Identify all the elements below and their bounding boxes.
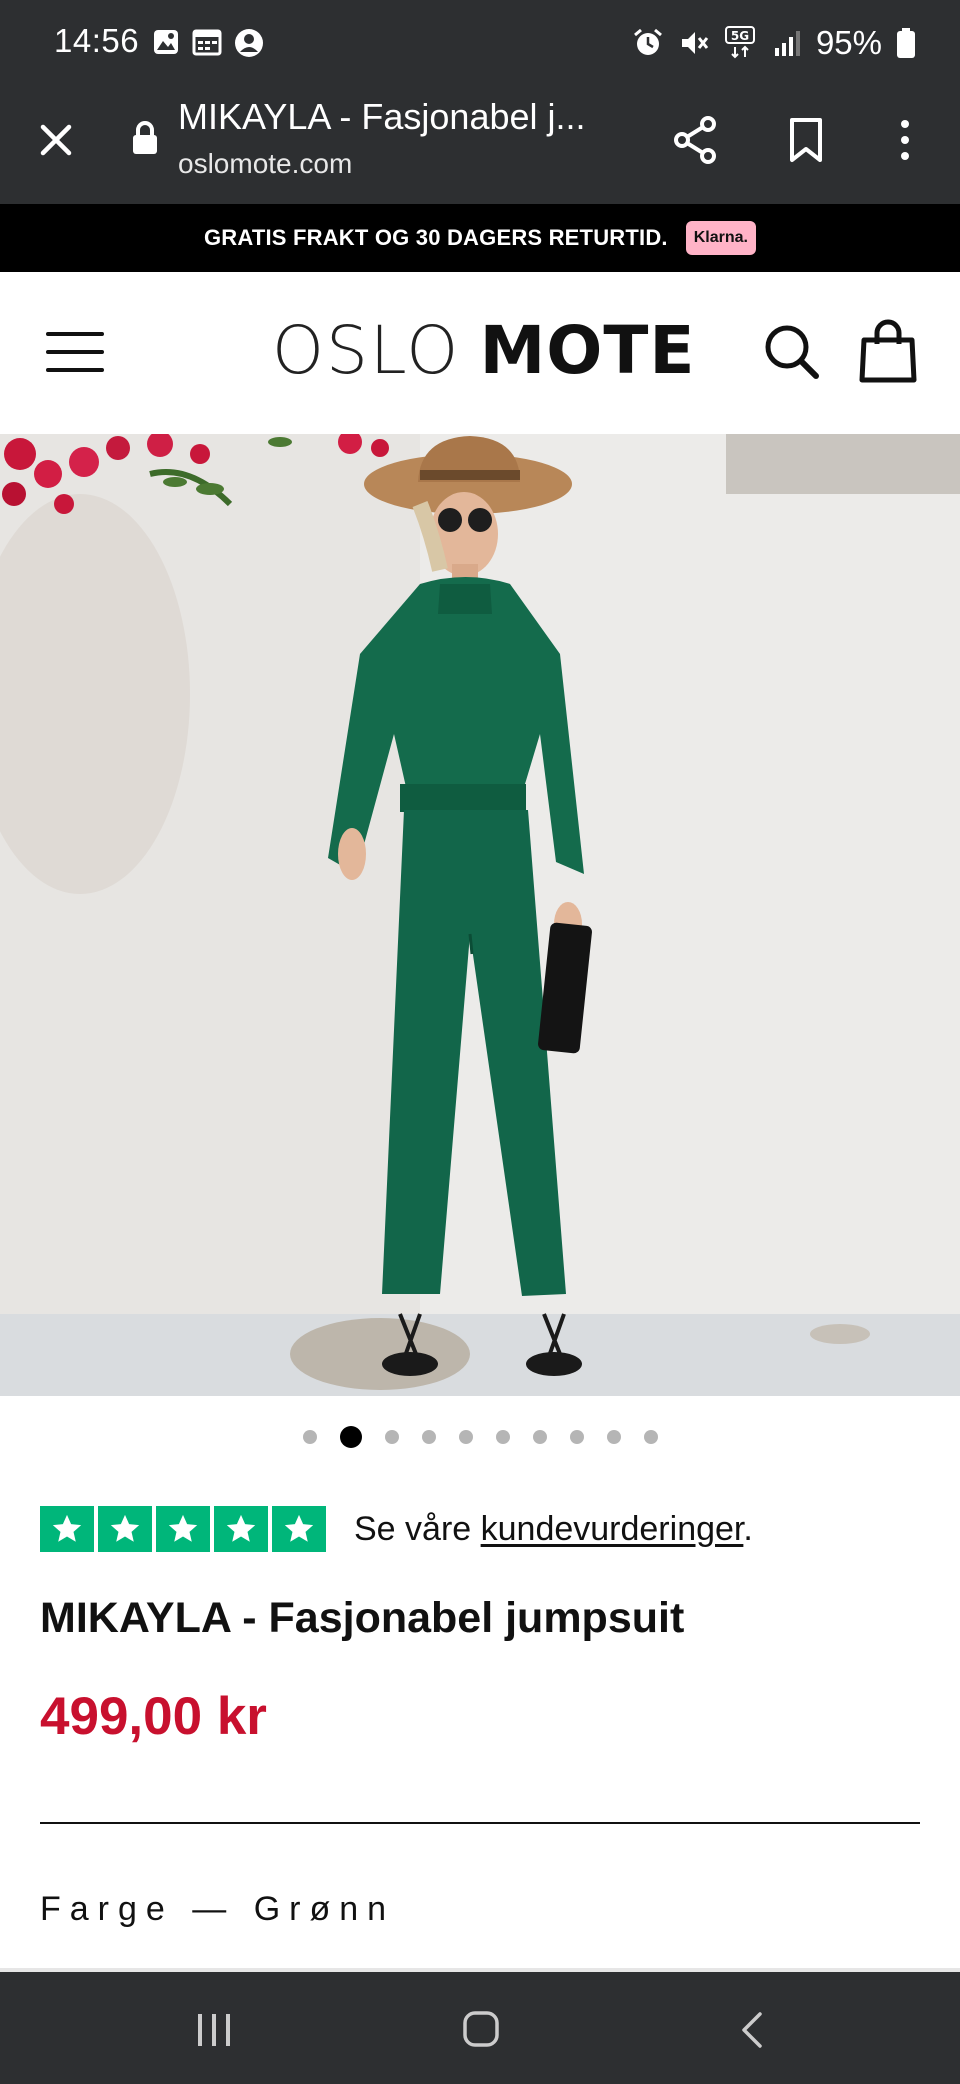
menu-icon[interactable]	[46, 332, 104, 376]
mute-icon	[681, 32, 709, 54]
image-icon	[154, 30, 178, 54]
color-value: Grønn	[253, 1890, 396, 1928]
close-icon[interactable]	[34, 118, 78, 162]
status-bar: 14:56 5G 95%	[0, 0, 960, 88]
recent-apps-icon[interactable]	[194, 2012, 234, 2048]
promo-text: GRATIS FRAKT OG 30 DAGERS RETURTID.	[204, 225, 668, 250]
battery-icon	[897, 28, 915, 58]
browser-toolbar: MIKAYLA - Fasjonabel j... oslomote.com	[0, 88, 960, 204]
color-label: Farge	[40, 1890, 174, 1928]
star-icon	[98, 1506, 152, 1552]
alarm-icon	[633, 28, 662, 55]
star-icon	[272, 1506, 326, 1552]
promo-banner: GRATIS FRAKT OG 30 DAGERS RETURTID. Klar…	[0, 204, 960, 272]
product-price: 499,00 kr	[40, 1687, 267, 1746]
logo-bold-text: MOTE	[479, 312, 696, 389]
search-icon[interactable]	[760, 320, 824, 384]
star-icon	[214, 1506, 268, 1552]
carousel-dot[interactable]	[384, 1430, 399, 1444]
reviews-link[interactable]: kundevurderinger	[481, 1510, 744, 1548]
system-navigation-bar	[0, 1968, 960, 2084]
carousel-dot[interactable]	[302, 1430, 317, 1444]
site-header: OSLO MOTE	[0, 272, 960, 434]
divider	[40, 1822, 920, 1824]
carousel-dot[interactable]	[643, 1430, 658, 1444]
site-logo[interactable]: OSLO MOTE	[272, 312, 695, 389]
reviews-text: Se våre kundevurderinger.	[354, 1510, 753, 1549]
svg-text:5G: 5G	[731, 29, 749, 43]
status-right-icons: 5G 95%	[632, 24, 916, 62]
lock-icon[interactable]	[131, 120, 159, 156]
carousel-dot[interactable]	[532, 1430, 547, 1444]
calendar-icon	[192, 29, 222, 56]
battery-percent: 95%	[815, 24, 882, 61]
trustpilot-stars	[40, 1506, 326, 1552]
browser-page-title[interactable]: MIKAYLA - Fasjonabel j...	[178, 96, 618, 138]
reviews-suffix: .	[743, 1509, 753, 1548]
klarna-badge: Klarna.	[685, 221, 756, 255]
more-icon[interactable]	[890, 112, 920, 168]
carousel-dot[interactable]	[495, 1430, 510, 1444]
back-icon[interactable]	[738, 2010, 764, 2050]
carousel-dot[interactable]	[606, 1430, 621, 1444]
color-separator: —	[192, 1890, 236, 1928]
star-icon	[40, 1506, 94, 1552]
reviews-prefix: Se våre	[354, 1509, 481, 1548]
signal-icon	[774, 31, 800, 56]
product-title: MIKAYLA - Fasjonabel jumpsuit	[40, 1594, 685, 1642]
bookmark-icon[interactable]	[786, 112, 826, 168]
product-photo-illustration	[0, 434, 960, 1396]
status-time: 14:56	[54, 22, 140, 59]
carousel-indicator	[0, 1426, 960, 1448]
share-icon[interactable]	[668, 112, 724, 168]
account-icon	[235, 29, 263, 57]
carousel-dot[interactable]	[458, 1430, 473, 1444]
home-icon[interactable]	[462, 2010, 500, 2048]
color-selector-label: Farge — Grønn	[40, 1890, 395, 1929]
browser-url[interactable]: oslomote.com	[178, 148, 352, 180]
network-5g-icon: 5G	[724, 26, 755, 59]
status-left-icons	[152, 28, 264, 58]
carousel-dot[interactable]	[569, 1430, 584, 1444]
review-row: Se våre kundevurderinger.	[40, 1506, 753, 1552]
logo-light-text: OSLO	[272, 312, 461, 389]
star-icon	[156, 1506, 210, 1552]
product-image[interactable]	[0, 434, 960, 1396]
shopping-bag-icon[interactable]	[858, 318, 918, 384]
carousel-dot[interactable]	[339, 1426, 362, 1448]
carousel-dot[interactable]	[421, 1430, 436, 1444]
